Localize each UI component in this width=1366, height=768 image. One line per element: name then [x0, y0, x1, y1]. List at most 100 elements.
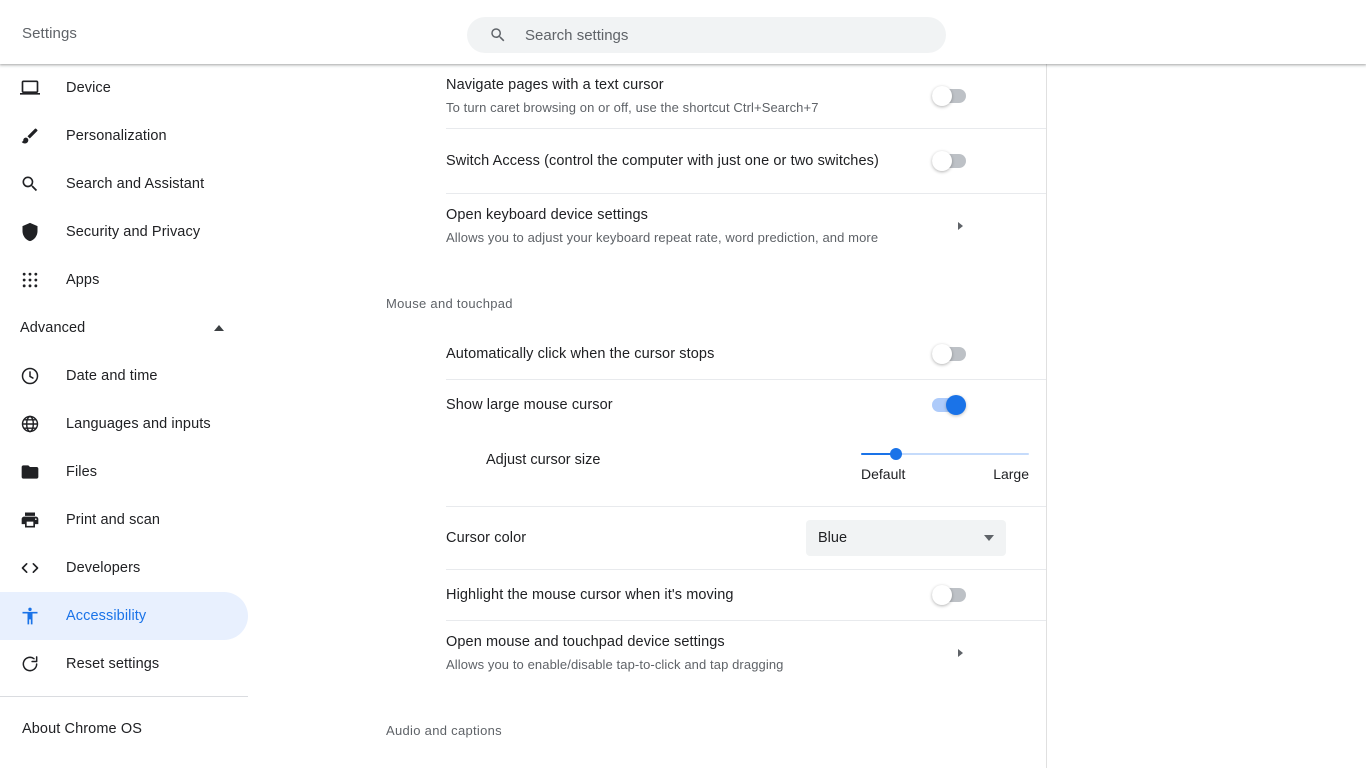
row-subtitle: To turn caret browsing on or off, use th…: [446, 99, 819, 115]
row-title: Switch Access (control the computer with…: [446, 153, 879, 169]
cursor-color-dropdown[interactable]: Blue: [806, 520, 1006, 556]
slider-max-label: Large: [993, 466, 1029, 482]
toggle-autoclick[interactable]: [932, 344, 966, 364]
sidebar-item-label: Accessibility: [66, 608, 147, 624]
row-subtitle: Allows you to adjust your keyboard repea…: [446, 229, 879, 245]
row-title: Cursor color: [446, 530, 527, 546]
folder-icon: [21, 465, 39, 479]
chevron-right-icon[interactable]: [954, 220, 966, 232]
settings-content-pane: Navigate pages with a text cursor To tur…: [366, 64, 1046, 768]
row-title: Highlight the mouse cursor when it's mov…: [446, 587, 734, 603]
sidebar-item-reset-settings[interactable]: Reset settings: [0, 640, 248, 688]
sidebar-item-label: Developers: [66, 560, 141, 576]
setting-row-switch-access[interactable]: Switch Access (control the computer with…: [386, 129, 1026, 193]
row-title: Navigate pages with a text cursor: [446, 76, 664, 93]
sidebar-item-apps[interactable]: Apps: [0, 256, 248, 304]
row-title: Open mouse and touchpad device settings: [446, 633, 725, 650]
sidebar-advanced-label: Advanced: [20, 320, 86, 336]
sidebar-item-accessibility[interactable]: Accessibility: [0, 592, 248, 640]
toggle-knob: [932, 585, 952, 605]
sidebar-item-search-and-assistant[interactable]: Search and Assistant: [0, 160, 248, 208]
row-title: Automatically click when the cursor stop…: [446, 346, 715, 362]
section-title-mouse-and-touchpad: Mouse and touchpad: [386, 296, 513, 311]
sidebar-item-personalization[interactable]: Personalization: [0, 112, 248, 160]
cursor-size-label: Adjust cursor size: [486, 452, 601, 468]
setting-row-captions[interactable]: Captions: [386, 756, 1026, 768]
sidebar-item-label: Apps: [66, 272, 100, 288]
row-title: Show large mouse cursor: [446, 397, 613, 413]
setting-row-cursor-size: Adjust cursor size Default Large: [386, 430, 1029, 506]
content-right-divider: [1046, 64, 1047, 768]
setting-row-open-keyboard-device-settings[interactable]: Open keyboard device settings Allows you…: [386, 194, 1026, 258]
keyboard-settings-card: Navigate pages with a text cursor To tur…: [366, 64, 1046, 258]
sidebar-item-date-and-time[interactable]: Date and time: [0, 352, 248, 400]
setting-row-caret-browsing[interactable]: Navigate pages with a text cursor To tur…: [386, 64, 1026, 128]
row-text: Show large mouse cursor: [446, 395, 932, 415]
toggle-large-cursor[interactable]: [932, 395, 966, 415]
code-brackets-icon: [21, 563, 39, 573]
sidebar-divider: [0, 696, 248, 697]
chevron-up-icon: [214, 325, 224, 331]
sidebar-nav: Device Personalization Search and Assist…: [0, 64, 256, 768]
sidebar-item-about-chrome-os[interactable]: About Chrome OS: [0, 705, 248, 753]
sidebar-advanced-toggle[interactable]: Advanced: [0, 304, 248, 352]
row-text: Automatically click when the cursor stop…: [446, 344, 932, 364]
section-title-spacer: [366, 738, 1046, 756]
accessibility-person-icon: [22, 607, 38, 625]
toggle-knob: [932, 151, 952, 171]
printer-icon: [21, 512, 39, 528]
toggle-knob: [932, 344, 952, 364]
sidebar-item-label: Languages and inputs: [66, 416, 211, 432]
chevron-right-icon[interactable]: [954, 647, 966, 659]
cursor-size-slider-wrap: Default Large: [861, 444, 1029, 482]
setting-row-highlight-cursor[interactable]: Highlight the mouse cursor when it's mov…: [386, 570, 1026, 620]
clock-icon: [21, 367, 39, 385]
laptop-icon: [20, 80, 40, 95]
section-title-spacer: [366, 311, 1046, 329]
sidebar-item-print-and-scan[interactable]: Print and scan: [0, 496, 248, 544]
page-title: Settings: [22, 25, 77, 42]
mouse-and-touchpad-card: Automatically click when the cursor stop…: [366, 329, 1046, 685]
row-subtitle: Allows you to enable/disable tap-to-clic…: [446, 656, 784, 672]
brush-icon: [21, 128, 38, 144]
row-text: Open keyboard device settings Allows you…: [446, 205, 954, 248]
cursor-color-value: Blue: [818, 530, 848, 546]
setting-row-large-cursor[interactable]: Show large mouse cursor: [386, 380, 1026, 430]
search-icon: [22, 176, 38, 192]
slider-thumb[interactable]: [890, 448, 903, 460]
setting-row-open-mouse-device-settings[interactable]: Open mouse and touchpad device settings …: [386, 621, 1026, 685]
sidebar-item-label: Search and Assistant: [66, 176, 205, 192]
slider-tick-labels: Default Large: [861, 466, 1029, 482]
restore-icon: [22, 656, 38, 672]
sidebar-item-security-and-privacy[interactable]: Security and Privacy: [0, 208, 248, 256]
cursor-size-slider[interactable]: [861, 448, 1029, 460]
shield-icon: [22, 222, 38, 242]
audio-and-captions-card: Captions: [366, 756, 1046, 768]
chevron-down-icon: [984, 535, 994, 541]
sidebar-item-label: Security and Privacy: [66, 224, 201, 240]
sidebar-item-device[interactable]: Device: [0, 64, 248, 112]
row-text: Open mouse and touchpad device settings …: [446, 632, 954, 675]
row-text: Highlight the mouse cursor when it's mov…: [446, 585, 932, 605]
setting-row-autoclick[interactable]: Automatically click when the cursor stop…: [386, 329, 1026, 379]
sidebar-item-files[interactable]: Files: [0, 448, 248, 496]
sidebar-item-label: Device: [66, 80, 111, 96]
sidebar-item-label: Date and time: [66, 368, 158, 384]
sidebar-item-label: About Chrome OS: [22, 721, 142, 737]
sidebar-item-label: Reset settings: [66, 656, 160, 672]
setting-row-cursor-color: Cursor color Blue: [386, 507, 1026, 569]
toggle-caret-browsing[interactable]: [932, 86, 966, 106]
search-box[interactable]: [467, 17, 946, 53]
sidebar-item-developers[interactable]: Developers: [0, 544, 248, 592]
toggle-switch-access[interactable]: [932, 151, 966, 171]
app-header: Settings: [0, 0, 1366, 64]
sidebar-item-label: Files: [66, 464, 98, 480]
toggle-highlight-cursor[interactable]: [932, 585, 966, 605]
toggle-knob: [946, 395, 966, 415]
globe-icon: [21, 415, 39, 433]
search-input[interactable]: [525, 26, 925, 44]
sidebar-item-label: Print and scan: [66, 512, 161, 528]
sidebar-item-languages-and-inputs[interactable]: Languages and inputs: [0, 400, 248, 448]
